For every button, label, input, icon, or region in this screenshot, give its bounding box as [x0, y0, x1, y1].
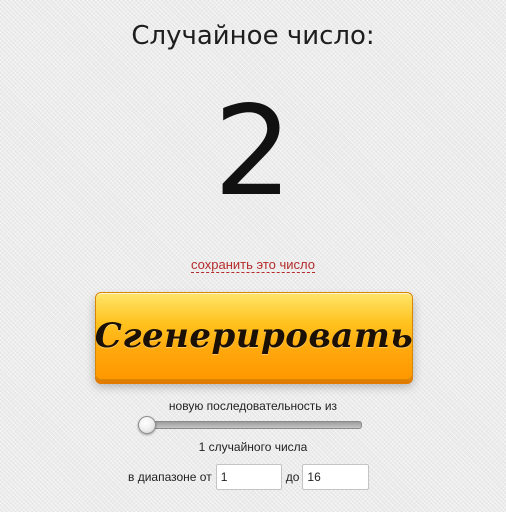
range-to-input[interactable]	[302, 464, 370, 490]
count-slider-handle[interactable]	[138, 416, 156, 434]
generate-button-label: Сгенерировать	[94, 316, 414, 356]
range-row: в диапазоне от до	[128, 464, 370, 490]
sequence-label: новую последовательность из	[168, 399, 338, 413]
random-number-display: 2	[213, 80, 293, 224]
count-label: 1 случайного числа	[198, 440, 308, 454]
range-to-label: до	[285, 470, 300, 484]
range-from-label: в диапазоне от	[128, 470, 212, 484]
count-slider-track[interactable]	[138, 421, 362, 429]
page-title: Случайное число:	[131, 21, 375, 51]
range-from-input[interactable]	[215, 464, 282, 490]
save-number-container: сохранить это число	[0, 256, 506, 274]
generate-button[interactable]: Сгенерировать	[95, 292, 413, 380]
save-number-link[interactable]: сохранить это число	[191, 257, 315, 273]
